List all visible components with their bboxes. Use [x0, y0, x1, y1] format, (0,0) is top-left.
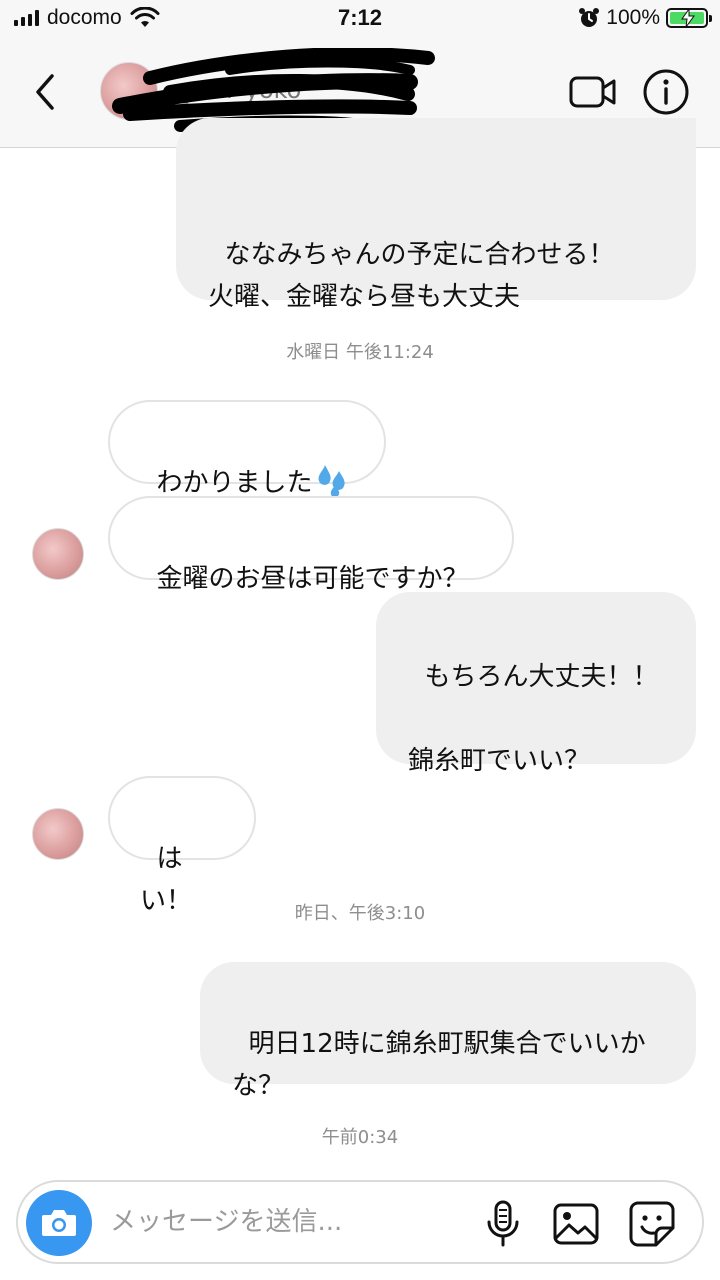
battery-percent: 100% — [606, 6, 660, 29]
message-text: 金曜のお昼は可能ですか？ — [156, 564, 469, 594]
status-bar: docomo 7:12 100% — [0, 0, 720, 40]
message-text: もちろん大丈夫！！ 錦糸町でいい？ — [408, 662, 659, 776]
received-message[interactable]: わかりました — [108, 400, 386, 498]
battery-charging-icon — [666, 8, 712, 28]
sent-message[interactable]: 明日12時に錦糸町駅集合でいいか な？ — [200, 962, 696, 1101]
sweat-droplets-icon — [318, 465, 345, 497]
message-composer — [16, 1180, 704, 1264]
status-right: 100% — [578, 6, 712, 30]
camera-icon — [42, 1210, 76, 1236]
alarm-icon — [579, 8, 600, 27]
received-message[interactable]: 金曜のお昼は可能ですか？ — [108, 496, 514, 594]
gallery-icon[interactable] — [552, 1200, 600, 1248]
timestamp: 昨日、午後3:10 — [294, 903, 426, 924]
message-text: 明日12時に錦糸町駅集合でいいか な？ — [232, 1029, 646, 1101]
sender-avatar[interactable] — [32, 808, 84, 860]
sent-message[interactable]: もちろん大丈夫！！ 錦糸町でいい？ — [376, 592, 696, 776]
message-text: ななみちゃんの予定に合わせる！ 火曜、金曜なら昼も大丈夫 — [208, 240, 615, 312]
received-message[interactable]: はい！ — [108, 776, 256, 916]
sender-avatar[interactable] — [32, 528, 84, 580]
video-camera-icon[interactable] — [568, 70, 618, 114]
timestamp: 水曜日 午後11:24 — [286, 342, 434, 363]
info-icon[interactable] — [642, 68, 690, 116]
sent-message[interactable]: ななみちゃんの予定に合わせる！ 火曜、金曜なら昼も大丈夫 — [176, 118, 696, 312]
back-chevron-icon[interactable] — [28, 72, 62, 112]
timestamp: 午前0:34 — [321, 1127, 399, 1148]
microphone-icon[interactable] — [484, 1200, 522, 1248]
message-text: わかりました — [156, 468, 313, 498]
message-input[interactable] — [110, 1202, 470, 1242]
sticker-icon[interactable] — [628, 1200, 676, 1248]
camera-button[interactable] — [26, 1190, 92, 1256]
